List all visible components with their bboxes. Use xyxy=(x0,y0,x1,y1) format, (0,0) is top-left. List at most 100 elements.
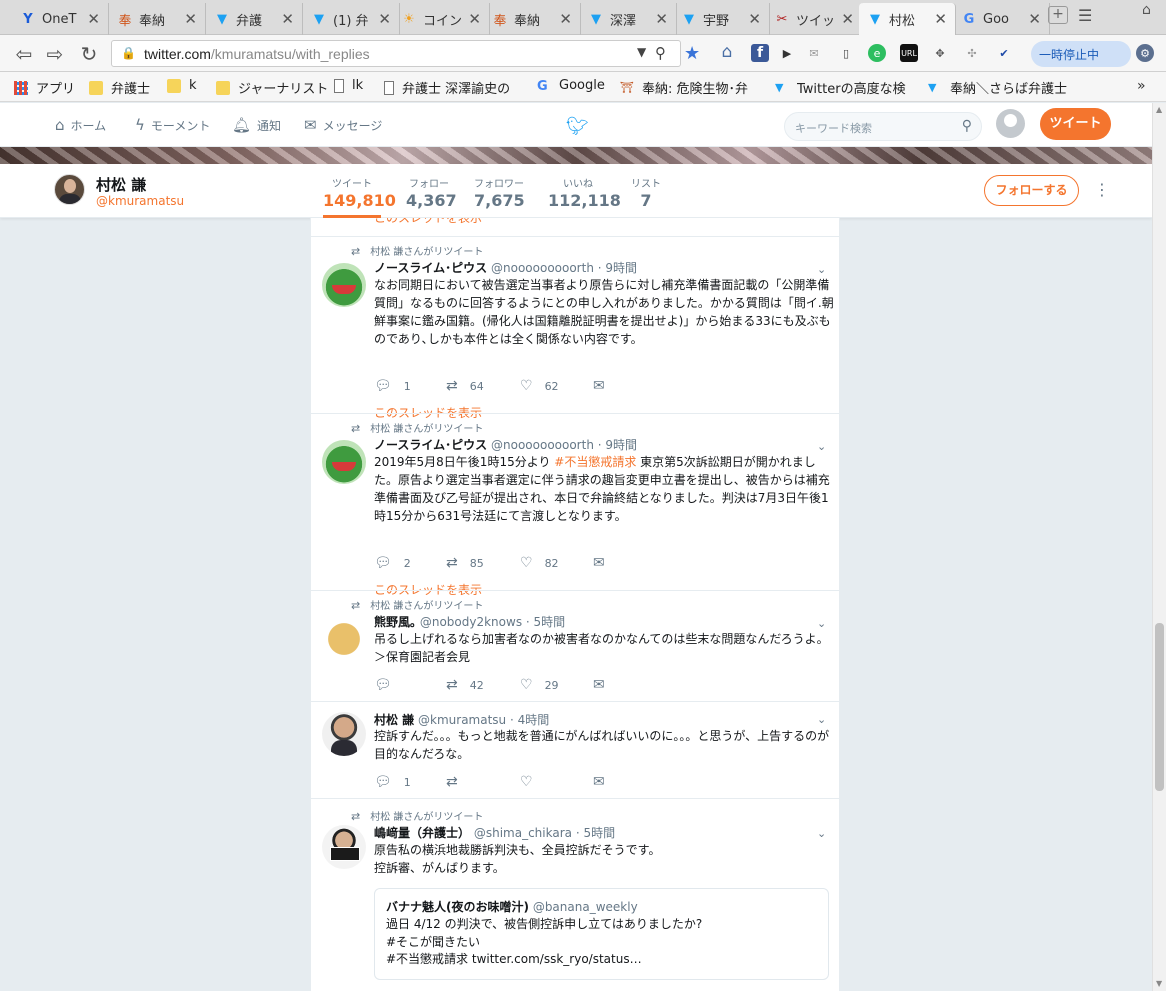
bookmark-page[interactable]: ▼ 奉納＼さらば弁護士 xyxy=(928,78,1085,98)
close-icon[interactable]: ✕ xyxy=(748,10,761,28)
stat-followers[interactable]: フォロワー 7,675 xyxy=(474,175,525,210)
stat-tweets[interactable]: ツイート 149,810 xyxy=(323,175,396,218)
tweet-author[interactable]: 熊野風｡ @nobody2knows · 5時間 xyxy=(374,613,565,630)
tab-list-icon[interactable]: ☰ xyxy=(1078,6,1092,25)
close-icon[interactable]: ✕ xyxy=(934,10,947,28)
move-icon[interactable]: ✥ xyxy=(931,44,949,62)
tweet[interactable]: ⇄ 村松 謙さんがリツイート ノースライム･ピウス @nooooooooorth … xyxy=(311,236,839,420)
chevron-down-icon[interactable]: ⌄ xyxy=(817,617,826,630)
retweet-button[interactable]: ⇄ xyxy=(446,774,470,790)
tweet-author[interactable]: 村松 謙 @kmuramatsu · 4時間 xyxy=(374,711,549,728)
hashtag-link[interactable]: #不当懲戒請求 xyxy=(554,455,636,469)
tweet-author[interactable]: ノースライム･ピウス @nooooooooorth · 9時間 xyxy=(374,259,637,276)
search-icon[interactable]: ⚲ xyxy=(962,118,972,134)
nav-moments[interactable]: ϟ モーメント xyxy=(135,116,210,134)
bookmark-page[interactable]: 弁護士 深澤諭史の xyxy=(384,78,520,97)
nav-notifications[interactable]: 🔔︎ 通知 xyxy=(232,116,281,134)
address-bar[interactable]: 🔒 twitter.com/kmuramatsu/with_replies ▼ … xyxy=(111,40,681,67)
like-button[interactable]: ♡ 82 xyxy=(520,555,559,571)
chevron-right-icon[interactable]: » xyxy=(1137,78,1146,94)
browser-tab-active[interactable]: ▼ 村松 ✕ xyxy=(859,3,956,35)
retweet-button[interactable]: ⇄ 85 xyxy=(446,555,484,571)
tweet-author[interactable]: ノースライム･ピウス @nooooooooorth · 9時間 xyxy=(374,436,637,453)
evernote-icon[interactable]: e xyxy=(868,44,886,62)
reply-button[interactable]: 💬︎ 2 xyxy=(374,555,411,571)
window-icon[interactable]: ⌂ xyxy=(1142,2,1151,18)
tweet[interactable]: 村松 謙 @kmuramatsu · 4時間 ⌄ 控訴すんだ。。。もっと地裁を普… xyxy=(311,701,839,798)
retweet-button[interactable]: ⇄ 64 xyxy=(446,378,484,394)
dm-button[interactable]: ✉ xyxy=(593,378,617,394)
chevron-down-icon[interactable]: ⌄ xyxy=(817,263,826,276)
dropdown-icon[interactable]: ▼ xyxy=(637,45,646,59)
twitter-bird-icon[interactable]: 🐦︎ xyxy=(566,116,589,137)
zoom-icon[interactable]: ⚲ xyxy=(655,44,666,62)
retweet-button[interactable]: ⇄ 42 xyxy=(446,677,484,693)
quoted-tweet[interactable]: バナナ魅人(夜のお味噌汁) @banana_weekly 過日 4/12 の判決… xyxy=(374,888,829,980)
mail-icon[interactable]: ✉ xyxy=(805,44,823,62)
check-icon[interactable]: ✔ xyxy=(995,44,1013,62)
stat-likes[interactable]: いいね 112,118 xyxy=(548,175,621,210)
browser-tab[interactable]: ▼ 弁護 ✕ xyxy=(206,3,303,35)
tweet-time[interactable]: · 9時間 xyxy=(598,438,637,452)
avatar[interactable] xyxy=(322,825,366,869)
dm-button[interactable]: ✉ xyxy=(593,677,617,693)
puzzle-icon[interactable]: ✣ xyxy=(963,44,981,62)
reply-button[interactable]: 💬︎ 1 xyxy=(374,774,411,790)
like-button[interactable]: ♡ 29 xyxy=(520,677,559,693)
nav-home[interactable]: ⌂ ホーム xyxy=(55,116,106,134)
profile-handle[interactable]: @kmuramatsu xyxy=(96,194,184,208)
tweet[interactable]: ⇄ 村松 謙さんがリツイート 熊野風｡ @nobody2knows · 5時間 ⌄… xyxy=(311,590,839,701)
reload-icon[interactable]: ↻ xyxy=(77,42,101,66)
page-scrollbar[interactable]: ▲ ▼ xyxy=(1152,103,1166,991)
like-button[interactable]: ♡ xyxy=(520,774,545,790)
browser-tab[interactable]: ▼ 宇野 ✕ xyxy=(673,3,770,35)
tweet-time[interactable]: · 5時間 xyxy=(576,826,615,840)
bookmark-folder[interactable]: ジャーナリスト xyxy=(216,78,328,97)
chevron-down-icon[interactable]: ⌄ xyxy=(817,713,826,726)
reply-button[interactable]: 💬︎ 1 xyxy=(374,378,411,394)
search-input[interactable]: キーワード検索 ⚲ xyxy=(784,112,982,141)
scroll-up-icon[interactable]: ▲ xyxy=(1156,105,1162,114)
tweet-button[interactable]: ツイート xyxy=(1040,108,1111,140)
new-tab-button[interactable]: + xyxy=(1048,6,1068,24)
close-icon[interactable]: ✕ xyxy=(184,10,197,28)
bookmark-icon[interactable]: ▯ xyxy=(837,44,855,62)
bookmark-twitter-search[interactable]: ▼ Twitterの高度な検 xyxy=(775,78,915,98)
url-text[interactable]: twitter.com/kmuramatsu/with_replies xyxy=(144,46,370,62)
browser-tab[interactable]: ✂ ツイッ ✕ xyxy=(766,3,863,35)
avatar[interactable] xyxy=(322,617,366,661)
browser-tab[interactable]: Y OneT ✕ xyxy=(12,3,109,35)
browser-tab[interactable]: ▼ (1) 弁 ✕ xyxy=(303,3,400,35)
tweet[interactable]: ⇄ 村松 謙さんがリツイート 嶋﨑量（弁護士） @shima_chikara · … xyxy=(311,798,839,991)
facebook-icon[interactable]: f xyxy=(751,44,769,62)
avatar[interactable] xyxy=(322,712,366,756)
settings-icon[interactable]: ⚙ xyxy=(1136,44,1154,62)
play-icon[interactable]: ▶ xyxy=(778,44,796,62)
scroll-down-icon[interactable]: ▼ xyxy=(1156,979,1162,988)
dm-button[interactable]: ✉ xyxy=(593,555,617,571)
more-options-icon[interactable]: ⋮ xyxy=(1094,180,1110,199)
url-shortener-icon[interactable]: URL xyxy=(900,44,918,62)
stat-lists[interactable]: リスト 7 xyxy=(631,175,661,210)
bookmark-folder[interactable]: 弁護士 xyxy=(89,78,150,97)
close-icon[interactable]: ✕ xyxy=(559,10,572,28)
bookmark-apps[interactable]: アプリ xyxy=(14,78,75,97)
tweet[interactable]: ⇄ 村松 謙さんがリツイート ノースライム･ピウス @nooooooooorth … xyxy=(311,413,839,597)
tweet-time[interactable]: · 9時間 xyxy=(598,261,637,275)
browser-tab[interactable]: ☀ コイン ✕ xyxy=(393,3,490,35)
browser-tab[interactable]: 奉奉納 ✕ xyxy=(109,3,206,35)
bookmark-folder[interactable]: k xyxy=(167,78,197,93)
avatar[interactable] xyxy=(322,263,366,307)
tweet-author[interactable]: 嶋﨑量（弁護士） @shima_chikara · 5時間 xyxy=(374,824,615,841)
bookmark-google[interactable]: G Google xyxy=(537,78,605,94)
dm-button[interactable]: ✉ xyxy=(593,774,617,790)
bookmark-star-icon[interactable]: ★ xyxy=(684,43,700,64)
close-icon[interactable]: ✕ xyxy=(378,10,391,28)
nav-messages[interactable]: ✉ メッセージ xyxy=(304,116,382,134)
close-icon[interactable]: ✕ xyxy=(281,10,294,28)
forward-icon[interactable]: ⇨ xyxy=(43,42,67,66)
back-icon[interactable]: ⇦ xyxy=(12,42,36,66)
close-icon[interactable]: ✕ xyxy=(468,10,481,28)
browser-tab[interactable]: 奉奉納 ✕ xyxy=(484,3,581,35)
pause-button[interactable]: 一時停止中 xyxy=(1031,41,1131,67)
